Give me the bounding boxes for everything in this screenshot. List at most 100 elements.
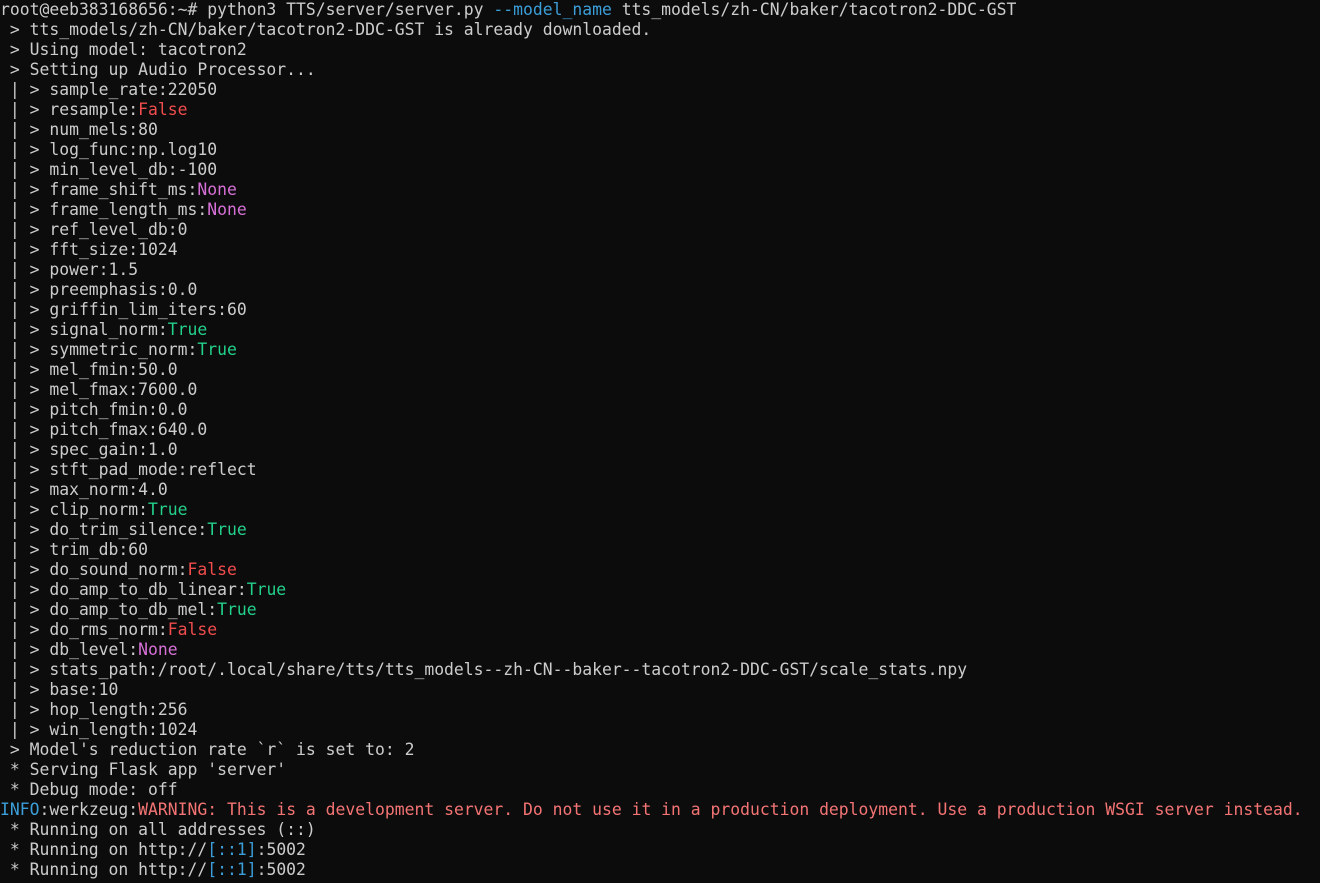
terminal-line: | > min_level_db:-100 xyxy=(0,160,1303,180)
terminal-line: * Debug mode: off xyxy=(0,780,1303,800)
terminal-line: | > do_sound_norm:False xyxy=(0,560,1303,580)
terminal-line: | > log_func:np.log10 xyxy=(0,140,1303,160)
terminal-text-segment: | > frame_shift_ms: xyxy=(0,180,198,199)
terminal-text-segment: True xyxy=(207,520,247,539)
terminal-text-segment: | > base:10 xyxy=(0,680,119,699)
terminal-text-segment: | > mel_fmax:7600.0 xyxy=(0,380,198,399)
terminal-text-segment: False xyxy=(187,560,237,579)
terminal-line: | > pitch_fmin:0.0 xyxy=(0,400,1303,420)
terminal-line: root@eeb383168656:~# python3 TTS/server/… xyxy=(0,0,1303,20)
terminal-line: | > pitch_fmax:640.0 xyxy=(0,420,1303,440)
terminal-text-segment: :werkzeug: xyxy=(39,800,139,819)
terminal-text-segment: | > griffin_lim_iters:60 xyxy=(0,300,247,319)
terminal-text-segment: True xyxy=(217,600,257,619)
terminal-text-segment: False xyxy=(138,100,188,119)
terminal-line: | > num_mels:80 xyxy=(0,120,1303,140)
terminal-line: * Running on http://[::1]:5002 xyxy=(0,860,1303,880)
terminal-text-segment: | > ref_level_db:0 xyxy=(0,220,188,239)
terminal-text-segment: | > clip_norm: xyxy=(0,500,149,519)
terminal-line: > tts_models/zh-CN/baker/tacotron2-DDC-G… xyxy=(0,20,1303,40)
terminal-text-segment: | > log_func:np.log10 xyxy=(0,140,218,159)
terminal-window[interactable]: root@eeb383168656:~# python3 TTS/server/… xyxy=(0,0,1320,883)
terminal-text-segment: :5002 xyxy=(256,860,306,879)
terminal-line: > Using model: tacotron2 xyxy=(0,40,1303,60)
terminal-text-segment: True xyxy=(148,500,188,519)
terminal-line: INFO:werkzeug:WARNING: This is a develop… xyxy=(0,800,1303,820)
terminal-text-segment: | > max_norm:4.0 xyxy=(0,480,168,499)
terminal-text-segment: | > mel_fmin:50.0 xyxy=(0,360,178,379)
terminal-line: | > spec_gain:1.0 xyxy=(0,440,1303,460)
terminal-text-segment: | > db_level: xyxy=(0,640,139,659)
terminal-line: | > mel_fmax:7600.0 xyxy=(0,380,1303,400)
terminal-text-segment: | > preemphasis:0.0 xyxy=(0,280,198,299)
terminal-text-segment: * Debug mode: off xyxy=(0,780,178,799)
terminal-text-segment: > tts_models/zh-CN/baker/tacotron2-DDC-G… xyxy=(0,20,652,39)
terminal-line: | > trim_db:60 xyxy=(0,540,1303,560)
terminal-line: | > power:1.5 xyxy=(0,260,1303,280)
terminal-line: | > stats_path:/root/.local/share/tts/tt… xyxy=(0,660,1303,680)
terminal-text-segment: | > signal_norm: xyxy=(0,320,168,339)
terminal-text-segment: :5002 xyxy=(256,840,306,859)
terminal-line: | > sample_rate:22050 xyxy=(0,80,1303,100)
terminal-line: * Running on all addresses (::) xyxy=(0,820,1303,840)
terminal-line: | > symmetric_norm:True xyxy=(0,340,1303,360)
terminal-line: | > do_amp_to_db_linear:True xyxy=(0,580,1303,600)
terminal-line: | > fft_size:1024 xyxy=(0,240,1303,260)
terminal-text-segment: [::1] xyxy=(207,860,257,879)
terminal-text-segment: --model_name xyxy=(493,0,612,19)
terminal-line: > Setting up Audio Processor... xyxy=(0,60,1303,80)
terminal-line: | > mel_fmin:50.0 xyxy=(0,360,1303,380)
terminal-text-segment: > Using model: tacotron2 xyxy=(0,40,247,59)
terminal-text-segment: True xyxy=(197,340,237,359)
terminal-line: | > win_length:1024 xyxy=(0,720,1303,740)
terminal-text-segment: | > do_amp_to_db_mel: xyxy=(0,600,218,619)
terminal-line: * Running on http://[::1]:5002 xyxy=(0,840,1303,860)
terminal-text-segment: | > trim_db:60 xyxy=(0,540,149,559)
terminal-text-segment: | > stft_pad_mode:reflect xyxy=(0,460,257,479)
terminal-line: | > max_norm:4.0 xyxy=(0,480,1303,500)
terminal-line: | > do_amp_to_db_mel:True xyxy=(0,600,1303,620)
terminal-line: | > preemphasis:0.0 xyxy=(0,280,1303,300)
terminal-line: | > clip_norm:True xyxy=(0,500,1303,520)
terminal-text-segment: | > resample: xyxy=(0,100,139,119)
terminal-text-segment: | > stats_path:/root/.local/share/tts/tt… xyxy=(0,660,968,679)
terminal-output: root@eeb383168656:~# python3 TTS/server/… xyxy=(0,0,1303,880)
terminal-text-segment: | > min_level_db:-100 xyxy=(0,160,218,179)
terminal-text-segment: | > sample_rate:22050 xyxy=(0,80,218,99)
terminal-text-segment: > Setting up Audio Processor... xyxy=(0,60,316,79)
terminal-text-segment: root@eeb383168656:~# python3 TTS/server/… xyxy=(0,0,494,19)
terminal-line: | > resample:False xyxy=(0,100,1303,120)
terminal-text-segment: None xyxy=(138,640,178,659)
terminal-line: | > db_level:None xyxy=(0,640,1303,660)
terminal-text-segment: * Running on all addresses (::) xyxy=(0,820,316,839)
terminal-text-segment: INFO xyxy=(0,800,40,819)
terminal-line: | > ref_level_db:0 xyxy=(0,220,1303,240)
terminal-text-segment: | > frame_length_ms: xyxy=(0,200,208,219)
terminal-text-segment: | > do_trim_silence: xyxy=(0,520,208,539)
terminal-line: > Model's reduction rate `r` is set to: … xyxy=(0,740,1303,760)
terminal-text-segment: | > num_mels:80 xyxy=(0,120,158,139)
terminal-text-segment: * Running on http:// xyxy=(0,860,208,879)
terminal-line: | > frame_shift_ms:None xyxy=(0,180,1303,200)
terminal-text-segment: * Running on http:// xyxy=(0,840,208,859)
terminal-line: | > signal_norm:True xyxy=(0,320,1303,340)
terminal-text-segment: True xyxy=(167,320,208,339)
terminal-line: * Serving Flask app 'server' xyxy=(0,760,1303,780)
terminal-line: | > do_trim_silence:True xyxy=(0,520,1303,540)
terminal-text-segment: | > hop_length:256 xyxy=(0,700,188,719)
terminal-text-segment: | > spec_gain:1.0 xyxy=(0,440,178,459)
terminal-text-segment: | > do_rms_norm: xyxy=(0,620,168,639)
terminal-text-segment: True xyxy=(246,580,287,599)
terminal-text-segment: None xyxy=(197,180,237,199)
terminal-line: | > griffin_lim_iters:60 xyxy=(0,300,1303,320)
terminal-text-segment: | > pitch_fmin:0.0 xyxy=(0,400,188,419)
terminal-text-segment: | > do_sound_norm: xyxy=(0,560,188,579)
terminal-line: | > stft_pad_mode:reflect xyxy=(0,460,1303,480)
terminal-line: | > frame_length_ms:None xyxy=(0,200,1303,220)
terminal-line: | > hop_length:256 xyxy=(0,700,1303,720)
terminal-line: | > base:10 xyxy=(0,680,1303,700)
terminal-text-segment: | > do_amp_to_db_linear: xyxy=(0,580,247,599)
terminal-text-segment: | > symmetric_norm: xyxy=(0,340,198,359)
terminal-text-segment: * Serving Flask app 'server' xyxy=(0,760,287,779)
terminal-line: | > do_rms_norm:False xyxy=(0,620,1303,640)
